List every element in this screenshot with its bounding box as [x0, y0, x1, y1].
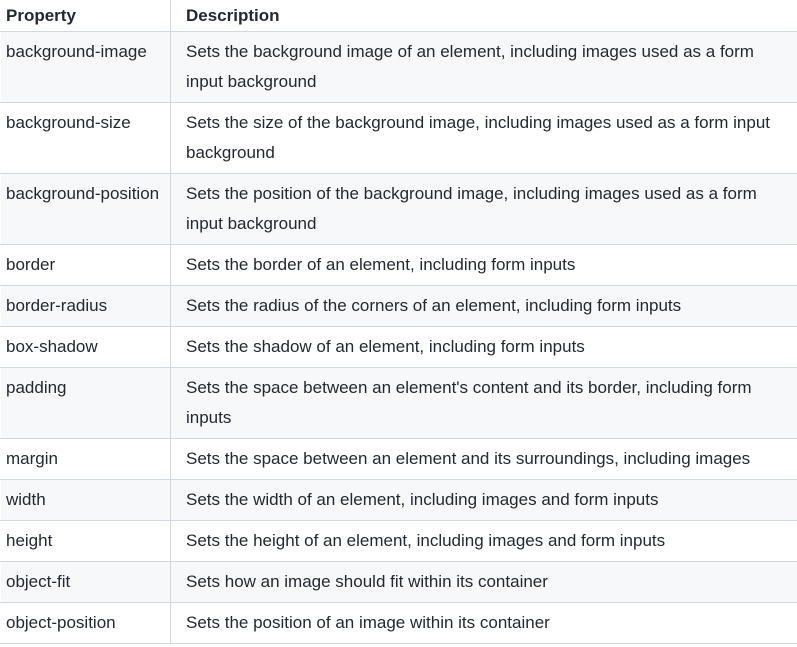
property-cell: margin: [0, 438, 171, 480]
table-row: padding Sets the space between an elemen…: [0, 367, 797, 439]
description-cell: Sets the width of an element, including …: [170, 479, 797, 521]
table-row: width Sets the width of an element, incl…: [0, 479, 797, 521]
property-cell: background-image: [0, 31, 171, 103]
table-row: border-radius Sets the radius of the cor…: [0, 285, 797, 327]
property-cell: background-size: [0, 102, 171, 174]
property-cell: border: [0, 244, 171, 286]
table-row: height Sets the height of an element, in…: [0, 520, 797, 562]
description-cell: Sets the space between an element's cont…: [170, 367, 797, 439]
property-cell: object-fit: [0, 561, 171, 603]
property-cell: background-position: [0, 173, 171, 245]
description-cell: Sets the size of the background image, i…: [170, 102, 797, 174]
property-cell: width: [0, 479, 171, 521]
table-row: box-shadow Sets the shadow of an element…: [0, 326, 797, 368]
header-row: Property Description: [0, 0, 797, 32]
header-description: Description: [170, 0, 797, 32]
description-cell: Sets the position of the background imag…: [170, 173, 797, 245]
table-row: background-size Sets the size of the bac…: [0, 102, 797, 174]
description-cell: Sets the background image of an element,…: [170, 31, 797, 103]
description-cell: Sets the height of an element, including…: [170, 520, 797, 562]
description-cell: Sets the shadow of an element, including…: [170, 326, 797, 368]
property-cell: box-shadow: [0, 326, 171, 368]
description-cell: Sets how an image should fit within its …: [170, 561, 797, 603]
table-row: margin Sets the space between an element…: [0, 438, 797, 480]
table-body: background-image Sets the background ima…: [0, 31, 797, 644]
property-cell: height: [0, 520, 171, 562]
description-cell: Sets the position of an image within its…: [170, 602, 797, 644]
table-row: object-fit Sets how an image should fit …: [0, 561, 797, 603]
property-cell: border-radius: [0, 285, 171, 327]
property-table: Property Description background-image Se…: [0, 0, 797, 644]
description-cell: Sets the border of an element, including…: [170, 244, 797, 286]
table-row: background-image Sets the background ima…: [0, 31, 797, 103]
description-cell: Sets the radius of the corners of an ele…: [170, 285, 797, 327]
property-cell: padding: [0, 367, 171, 439]
table-row: border Sets the border of an element, in…: [0, 244, 797, 286]
table-header: Property Description: [0, 0, 797, 32]
header-property: Property: [0, 0, 171, 32]
description-cell: Sets the space between an element and it…: [170, 438, 797, 480]
property-cell: object-position: [0, 602, 171, 644]
table-row: object-position Sets the position of an …: [0, 602, 797, 644]
table-row: background-position Sets the position of…: [0, 173, 797, 245]
